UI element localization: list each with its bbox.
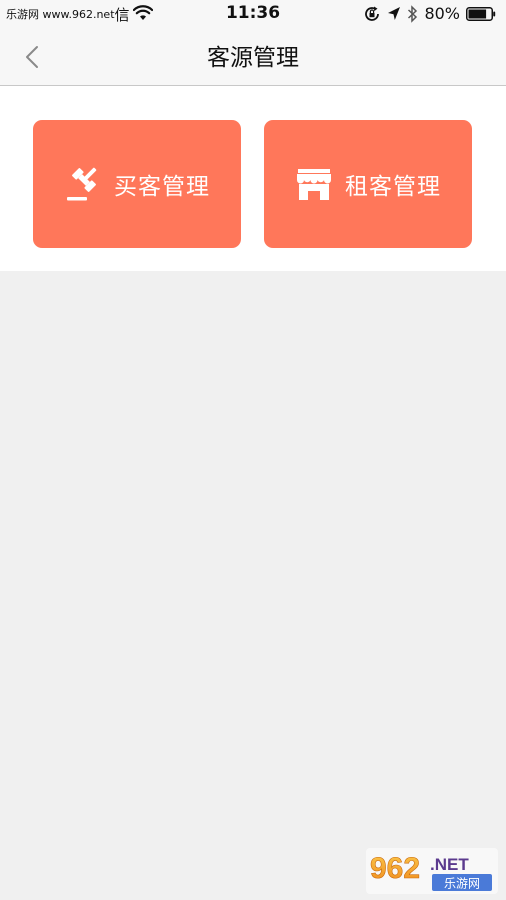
buyer-management-button[interactable]: 买客管理: [33, 120, 241, 248]
buyer-management-label: 买客管理: [114, 174, 210, 200]
storefront-icon: [297, 169, 331, 200]
location-arrow-icon: [388, 6, 401, 20]
watermark-logo: 962 .NET 乐游网: [366, 848, 498, 894]
customer-source-menu: 买客管理 租客管理: [0, 86, 506, 271]
page-title: 客源管理: [207, 45, 299, 71]
gavel-icon: [67, 167, 97, 201]
status-bar: 乐游网 www.962.net信 11:36 80%: [0, 0, 506, 30]
navigation-bar: 客源管理: [0, 30, 506, 86]
status-right-group: 80%: [363, 4, 496, 23]
watermark-brand: 962: [370, 852, 420, 885]
watermark-subtitle: 乐游网: [444, 877, 480, 891]
tenant-management-label: 租客管理: [345, 174, 441, 200]
bluetooth-icon: [408, 4, 418, 23]
watermark-suffix: .NET: [430, 855, 469, 874]
battery-icon: [466, 6, 496, 21]
tenant-management-button[interactable]: 租客管理: [264, 120, 472, 248]
orientation-lock-icon: [365, 6, 380, 21]
battery-percentage: 80%: [424, 4, 460, 23]
